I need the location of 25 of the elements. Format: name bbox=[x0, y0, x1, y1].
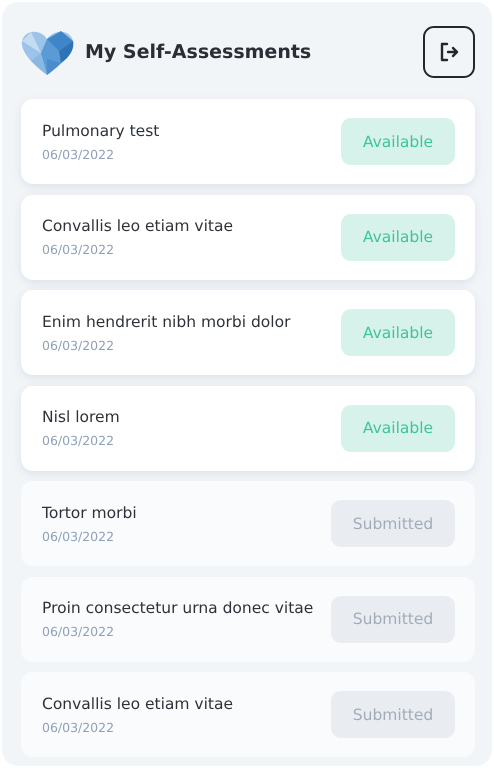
page-title: My Self-Assessments bbox=[85, 41, 312, 63]
logout-button[interactable] bbox=[423, 26, 475, 78]
assessment-name: Convallis leo etiam vitae bbox=[42, 694, 234, 712]
assessment-name: Nisl lorem bbox=[42, 408, 121, 426]
assessment-name: Tortor morbi bbox=[42, 504, 138, 522]
assessment-card[interactable]: Convallis leo etiam vitae 06/03/2022 Available bbox=[21, 194, 475, 280]
assessment-date: 06/03/2022 bbox=[42, 146, 116, 162]
assessment-name: Pulmonary test bbox=[42, 122, 160, 140]
assessment-date: 06/03/2022 bbox=[42, 242, 116, 257]
assessment-name: Convallis leo etiam vitae bbox=[42, 217, 234, 235]
assessment-card[interactable]: Pulmonary test 06/03/2022 Available bbox=[21, 99, 475, 184]
assessment-card[interactable]: Convallis leo etiam vitae 06/03/2022 Submitted bbox=[21, 672, 475, 757]
assessment-card[interactable]: Nisl lorem 06/03/2022 Available bbox=[21, 386, 475, 470]
assessment-date: 06/03/2022 bbox=[42, 433, 116, 448]
assessment-name: Enim hendrerit nibh morbi dolor bbox=[42, 312, 292, 330]
assessment-date: 06/03/2022 bbox=[42, 338, 116, 352]
assessment-card[interactable]: Tortor morbi 06/03/2022 Submitted bbox=[21, 481, 475, 566]
heart-icon bbox=[21, 29, 74, 75]
logout-icon bbox=[438, 41, 460, 63]
assessment-card[interactable]: Proin consectetur urna donec vitae 06/03/2022 Submitted bbox=[21, 576, 475, 662]
assessment-date: 06/03/2022 bbox=[42, 720, 116, 734]
assessment-date: 06/03/2022 bbox=[42, 528, 116, 544]
assessment-card[interactable]: Enim hendrerit nibh morbi dolor 06/03/2022 Available bbox=[21, 290, 475, 375]
assessment-name: Proin consectetur urna donec vitae bbox=[42, 599, 314, 617]
assessment-date: 06/03/2022 bbox=[42, 624, 116, 639]
